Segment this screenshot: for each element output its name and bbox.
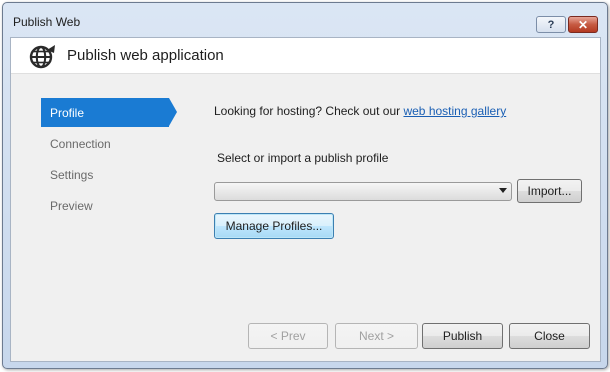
title-bar[interactable]: Publish Web ? ✕ xyxy=(3,3,607,37)
nav-item-label: Preview xyxy=(50,198,93,213)
globe-publish-icon xyxy=(29,45,55,69)
close-button[interactable]: Close xyxy=(509,323,590,349)
nav-item-preview[interactable]: Preview xyxy=(41,191,169,220)
import-button[interactable]: Import... xyxy=(517,179,582,203)
nav-item-label: Settings xyxy=(50,167,94,182)
nav-item-profile[interactable]: Profile xyxy=(41,98,169,127)
nav-item-label: Profile xyxy=(50,105,85,120)
publish-button[interactable]: Publish xyxy=(422,323,503,349)
prev-button[interactable]: < Prev xyxy=(248,323,328,349)
nav-item-settings[interactable]: Settings xyxy=(41,160,169,189)
nav-selection-arrow xyxy=(169,98,177,126)
window-close-button[interactable]: ✕ xyxy=(568,16,598,33)
publish-profile-dropdown[interactable] xyxy=(214,182,512,201)
hosting-prompt: Looking for hosting? Check out our web h… xyxy=(214,104,506,118)
publish-web-dialog: Publish Web ? ✕ Publish web application … xyxy=(2,2,608,369)
select-profile-label: Select or import a publish profile xyxy=(217,151,389,165)
manage-profiles-button[interactable]: Manage Profiles... xyxy=(214,213,334,239)
web-hosting-gallery-link[interactable]: web hosting gallery xyxy=(403,104,506,118)
hosting-text: Looking for hosting? Check out our xyxy=(214,104,401,118)
next-button[interactable]: Next > xyxy=(335,323,418,349)
help-button[interactable]: ? xyxy=(536,16,566,33)
page-title: Publish web application xyxy=(67,47,224,64)
chevron-down-icon xyxy=(499,188,507,193)
dialog-body: Publish web application Profile Connecti… xyxy=(10,37,601,362)
nav-item-label: Connection xyxy=(50,136,111,151)
window-title: Publish Web xyxy=(13,15,81,29)
nav-item-connection[interactable]: Connection xyxy=(41,129,169,158)
dialog-header: Publish web application xyxy=(11,38,600,74)
